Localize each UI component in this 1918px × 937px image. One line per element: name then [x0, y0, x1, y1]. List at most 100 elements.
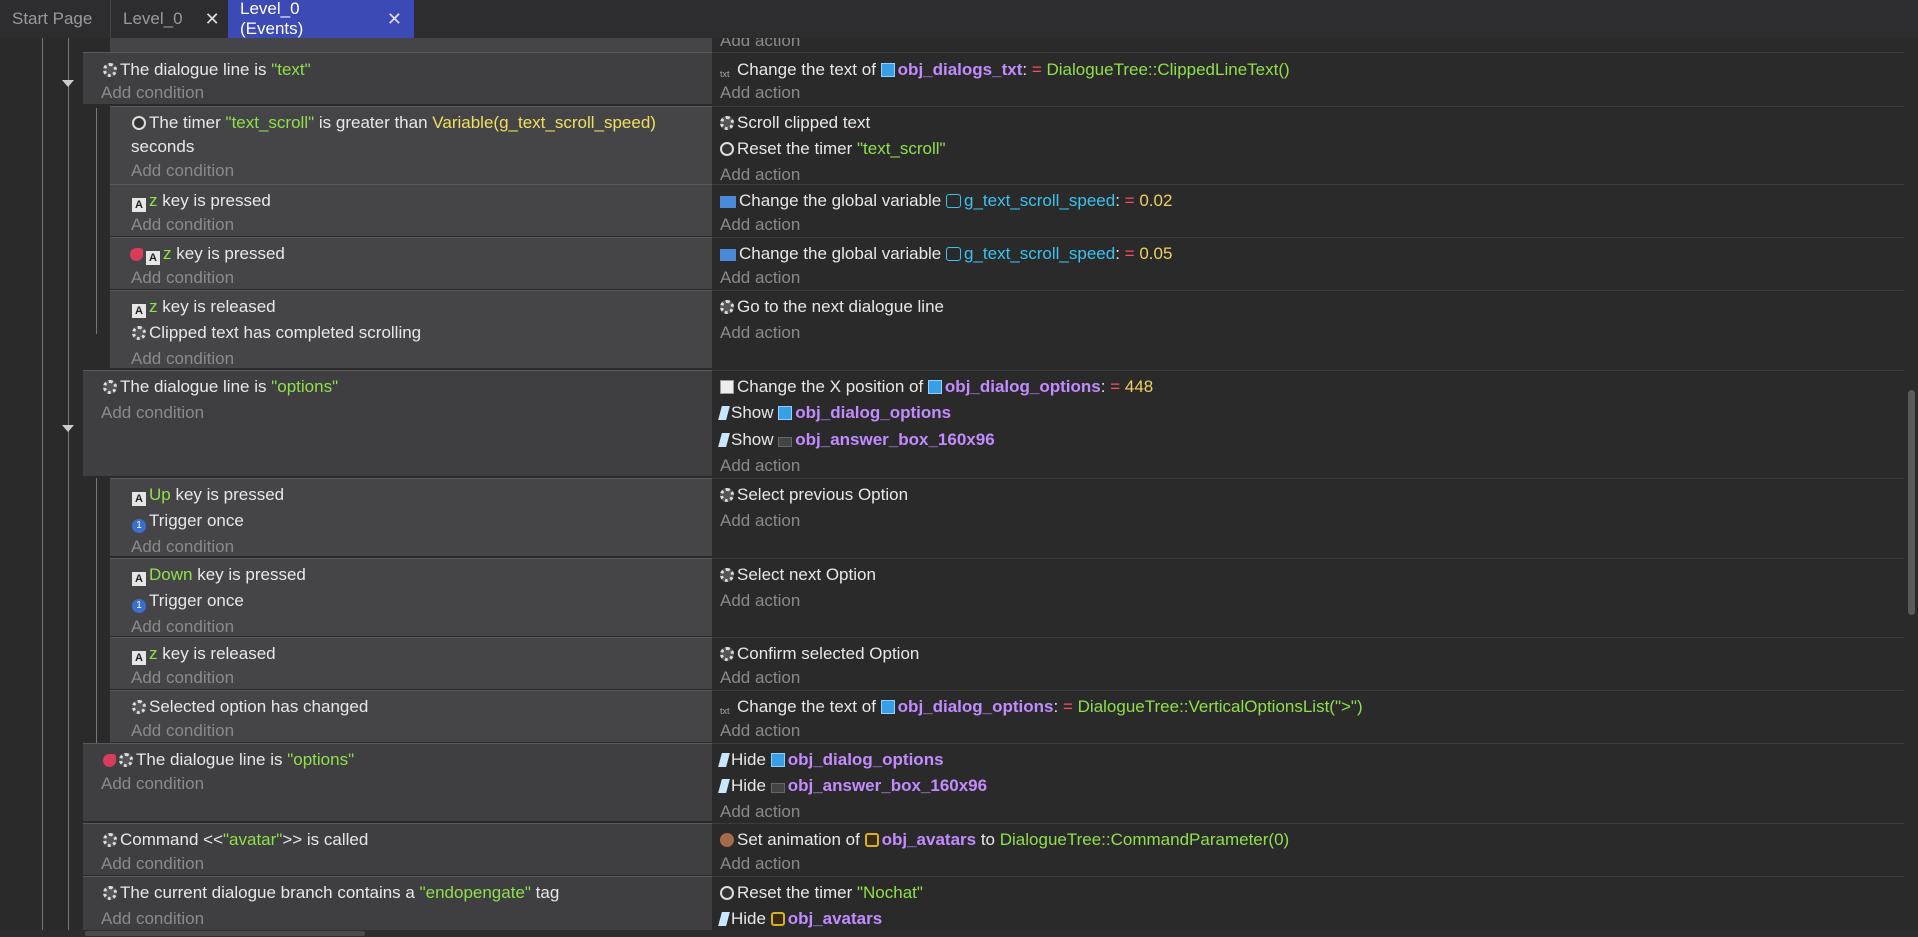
dialogue-icon [720, 300, 734, 314]
action-block: Change the global variable g_text_scroll… [712, 184, 1904, 236]
add-action-link[interactable]: Add action [720, 321, 800, 345]
action-line[interactable]: Go to the next dialogue line [720, 295, 944, 319]
event-down-pressed[interactable]: A Down key is pressed 1 Trigger once Add c… [110, 558, 712, 636]
keyboard-icon: A [132, 572, 146, 586]
invert-icon [130, 248, 143, 261]
action-line[interactable]: Hide obj_dialog_options [718, 748, 944, 772]
add-condition-link[interactable]: Add condition [131, 159, 234, 183]
add-condition-link[interactable]: Add condition [101, 401, 204, 425]
action-block: Hide obj_dialog_options Hide obj_answer_… [712, 743, 1904, 821]
add-action-link[interactable]: Add action [720, 213, 800, 237]
event-option-changed[interactable]: Selected option has changed Add conditio… [110, 690, 712, 742]
add-condition-link[interactable]: Add condition [101, 907, 204, 931]
add-condition-link[interactable]: Add condition [101, 81, 204, 105]
event-dialogue-options[interactable]: The dialogue line is "options" Add condi… [83, 370, 712, 476]
text-icon: txt [720, 69, 730, 79]
action-line[interactable]: Scroll clipped text [720, 111, 870, 135]
add-condition-link[interactable]: Add condition [131, 213, 234, 237]
object-icon [880, 700, 895, 714]
action-block: Change the global variable g_text_scroll… [712, 237, 1904, 289]
action-line[interactable]: txt Change the text of obj_dialogs_txt: =… [720, 58, 1290, 82]
add-condition-link[interactable]: Add condition [101, 852, 204, 876]
global-variable-icon [946, 194, 961, 208]
add-action-link[interactable]: Add action [720, 800, 800, 824]
action-line[interactable]: Change the X position of obj_dialog_opti… [720, 375, 1153, 399]
event-not-z-pressed[interactable]: Az key is pressed Add condition [110, 237, 712, 289]
action-block: txt Change the text of obj_dialogs_txt: =… [712, 52, 1904, 104]
dialogue-icon [132, 326, 146, 340]
action-line[interactable]: Confirm selected Option [720, 642, 919, 666]
add-condition-link[interactable]: Add condition [131, 666, 234, 690]
action-line[interactable]: Select previous Option [720, 483, 908, 507]
action-block: Change the X position of obj_dialog_opti… [712, 370, 1904, 476]
tab-label: Level_0 (Events) [240, 0, 304, 38]
action-block: Reset the timer "Nochat" Hide obj_avatar… [712, 876, 1904, 933]
tree-line [96, 108, 97, 334]
action-line[interactable]: Reset the timer "Nochat" [720, 881, 923, 905]
action-line[interactable]: Show obj_dialog_options [718, 401, 951, 425]
dialogue-icon [720, 116, 734, 130]
text-icon: txt [720, 706, 730, 716]
add-action-link[interactable]: Add action [720, 81, 800, 105]
event-not-dialogue-options[interactable]: The dialogue line is "options" Add condi… [83, 743, 712, 821]
close-icon[interactable]: ✕ [387, 9, 402, 30]
add-condition-link[interactable]: Add condition [131, 347, 234, 371]
event-up-pressed[interactable]: A Up key is pressed 1 Trigger once Add con… [110, 478, 712, 556]
avatar-object-icon [864, 833, 879, 847]
collapse-arrow-icon[interactable] [62, 80, 74, 87]
tab-level-0[interactable]: Start PageLevel_0✕ [110, 0, 228, 38]
action-line[interactable]: Change the global variable g_text_scroll… [720, 242, 1172, 266]
action-line[interactable]: Change the global variable g_text_scroll… [720, 189, 1172, 213]
scrollbar-thumb[interactable] [1908, 390, 1915, 615]
tab-start-page[interactable]: Start Page [0, 0, 110, 38]
event-dialogue-text[interactable]: The dialogue line is "text" Add conditio… [83, 52, 712, 104]
event-branch-tag[interactable]: The current dialogue branch contains a "… [83, 876, 712, 933]
action-line[interactable]: Hide obj_answer_box_160x96 [718, 774, 987, 798]
keyboard-icon: A [132, 651, 146, 665]
horizontal-scrollbar-thumb[interactable] [85, 931, 365, 936]
avatar-object-icon [770, 912, 785, 926]
event-z-released[interactable]: Az key is released Clipped text has comp… [110, 290, 712, 368]
add-action-link[interactable]: Add action [720, 38, 800, 53]
dialogue-icon [132, 700, 146, 714]
tab-level-0-events[interactable]: Level_0 (Events) ✕ [228, 0, 414, 38]
action-block: Select previous Option Add action [712, 478, 1904, 556]
timer-icon [132, 116, 146, 130]
tab-label: Level_0 [123, 9, 183, 28]
dialogue-icon [103, 380, 117, 394]
action-line[interactable]: txt Change the text of obj_dialog_options… [720, 695, 1363, 719]
close-icon[interactable]: ✕ [205, 9, 220, 30]
add-condition-link[interactable]: Add condition [101, 772, 204, 796]
action-line[interactable]: Set animation of obj_avatars to Dialogue… [720, 828, 1289, 852]
invert-icon [103, 754, 116, 767]
event-command-avatar[interactable]: Command <<"avatar">> is called Add condi… [83, 823, 712, 875]
add-condition-link[interactable]: Add condition [131, 719, 234, 743]
add-action-link[interactable]: Add action [720, 666, 800, 690]
add-action-link[interactable]: Add action [720, 509, 800, 533]
event-z-released-confirm[interactable]: Az key is released Add condition [110, 637, 712, 689]
event-z-pressed[interactable]: Az key is pressed Add condition [110, 184, 712, 236]
dialogue-icon [103, 833, 117, 847]
add-action-link[interactable]: Add action [720, 589, 800, 613]
collapse-arrow-icon[interactable] [62, 425, 74, 432]
action-line[interactable]: Show obj_answer_box_160x96 [718, 428, 995, 452]
action-line[interactable]: Select next Option [720, 563, 876, 587]
add-condition-link[interactable]: Add condition [131, 266, 234, 290]
tree-line [42, 38, 43, 933]
action-line[interactable]: Hide obj_avatars [718, 907, 882, 931]
dialogue-icon [103, 886, 117, 900]
add-action-link[interactable]: Add action [720, 454, 800, 478]
trigger-once-icon: 1 [132, 599, 146, 613]
add-condition-link[interactable]: Add condition [131, 615, 234, 639]
dialogue-icon [720, 568, 734, 582]
object-icon [880, 63, 895, 77]
add-action-link[interactable]: Add action [720, 266, 800, 290]
add-condition-link[interactable]: Add condition [131, 535, 234, 559]
visibility-icon [718, 753, 730, 767]
add-action-link[interactable]: Add action [720, 719, 800, 743]
add-action-link[interactable]: Add action [720, 852, 800, 876]
action-line[interactable]: Reset the timer "text_scroll" [720, 137, 946, 161]
action-block: txt Change the text of obj_dialog_options… [712, 690, 1904, 742]
visibility-icon [718, 406, 730, 420]
timer-icon [720, 886, 734, 900]
